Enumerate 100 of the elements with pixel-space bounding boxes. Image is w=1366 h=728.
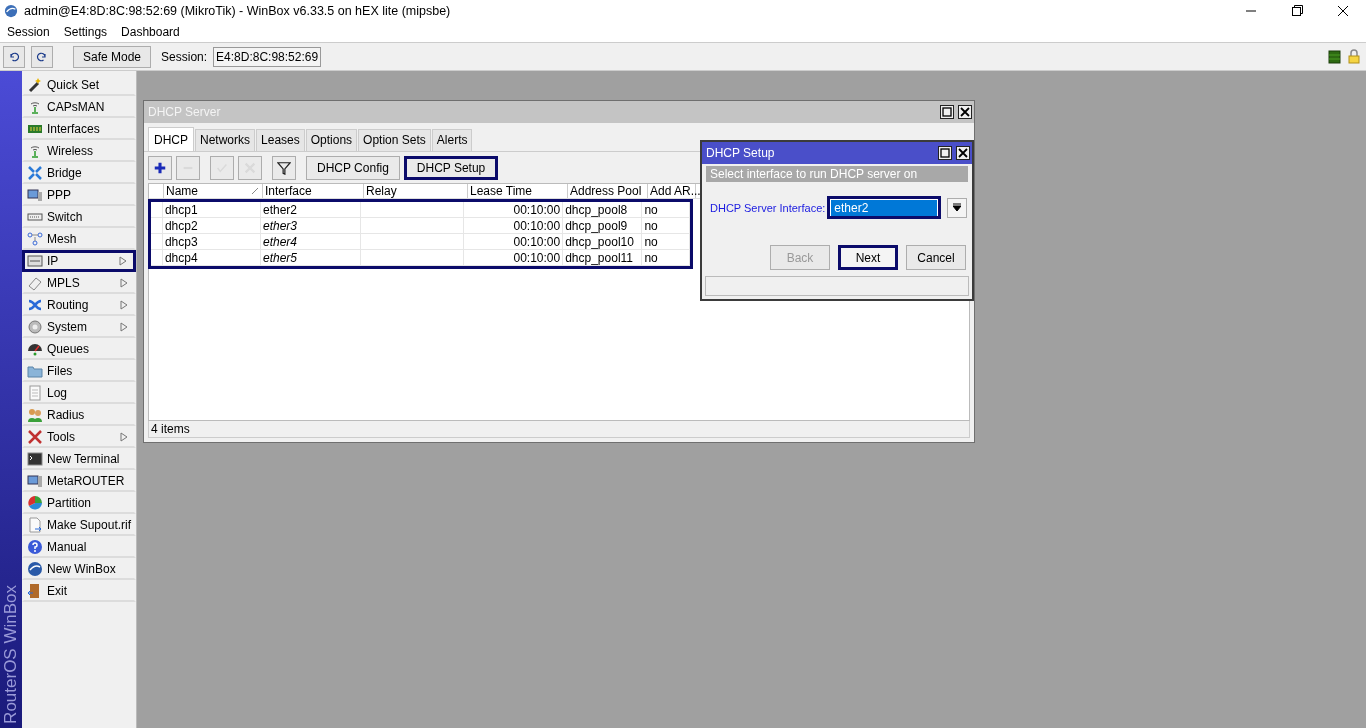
terminal-icon xyxy=(27,451,43,467)
filter-icon xyxy=(277,161,291,175)
down-arrow-icon xyxy=(953,203,962,212)
sidebar-item[interactable]: MPLS xyxy=(22,272,136,294)
sidebar-item[interactable]: IP xyxy=(22,250,136,272)
menu-item[interactable]: Dashboard xyxy=(121,25,180,39)
sidebar-item[interactable]: New WinBox xyxy=(22,558,136,580)
dialog-button[interactable]: Next xyxy=(838,245,898,270)
app-logo-icon xyxy=(4,4,18,18)
toolbar-button[interactable]: DHCP Setup xyxy=(403,156,499,180)
tab[interactable]: Networks xyxy=(195,129,256,151)
redo-button[interactable] xyxy=(31,45,53,68)
table-cell: dhcp_pool9 xyxy=(563,218,643,233)
menu-item[interactable]: Settings xyxy=(63,25,108,39)
window-title: admin@E4:8D:8C:98:52:69 (MikroTik) - WinBox v6.33.5 on hEX lite (mipsbe) xyxy=(24,4,452,18)
redo-icon xyxy=(36,50,48,63)
sidebar-item[interactable]: Routing xyxy=(22,294,136,316)
maximize-button[interactable] xyxy=(938,146,952,160)
sort-icon xyxy=(252,188,258,194)
menu-item[interactable]: Session xyxy=(7,25,50,39)
column-header[interactable]: Relay xyxy=(364,184,468,198)
table-cell: dhcp1 xyxy=(162,202,261,217)
sidebar-item[interactable]: Tools xyxy=(22,426,136,448)
sidebar-item[interactable]: Log xyxy=(22,382,136,404)
people-icon xyxy=(27,407,43,423)
filter-button[interactable] xyxy=(272,156,296,180)
add-button[interactable] xyxy=(148,156,172,180)
document-icon xyxy=(27,385,43,401)
table-cell: no xyxy=(642,250,690,265)
brand-label: RouterOS WinBox xyxy=(1,585,21,724)
pie-icon xyxy=(27,495,43,511)
table-cell: no xyxy=(642,202,690,217)
close-button[interactable] xyxy=(958,105,972,119)
sidebar-item[interactable]: CAPsMAN xyxy=(22,96,136,118)
table-cell: 00:10:00 xyxy=(464,250,564,265)
column-header[interactable]: Name xyxy=(164,184,263,198)
tab[interactable]: Option Sets xyxy=(358,129,431,151)
gear-icon xyxy=(27,319,43,335)
undo-icon xyxy=(8,50,20,63)
table-cell: dhcp_pool10 xyxy=(563,234,643,249)
gauge-icon xyxy=(27,341,43,357)
table-cell: ether4 xyxy=(261,234,362,249)
table-cell: dhcp2 xyxy=(162,218,261,233)
sidebar-item[interactable]: Switch xyxy=(22,206,136,228)
dialog-titlebar: DHCP Setup xyxy=(702,142,972,164)
table-cell: dhcp4 xyxy=(162,250,261,265)
tab[interactable]: DHCP xyxy=(148,127,194,151)
undo-button[interactable] xyxy=(3,45,25,68)
sidebar-item[interactable]: Bridge xyxy=(22,162,136,184)
dialog-button[interactable]: Cancel xyxy=(906,245,966,270)
status-indicator-icon xyxy=(1328,49,1341,64)
computer-icon xyxy=(27,473,43,489)
session-field: E4:8D:8C:98:52:69 xyxy=(213,46,322,67)
sidebar-item[interactable]: Manual xyxy=(22,536,136,558)
status-text: 4 items xyxy=(151,422,190,436)
toolbar-button[interactable]: DHCP Config xyxy=(306,156,400,180)
close-button[interactable] xyxy=(956,146,970,160)
tab[interactable]: Alerts xyxy=(431,129,473,151)
column-header[interactable]: Lease Time xyxy=(468,184,568,198)
lock-icon xyxy=(1347,49,1361,64)
sidebar-item[interactable]: Wireless xyxy=(22,140,136,162)
sidebar-item[interactable]: Mesh xyxy=(22,228,136,250)
safe-mode-button[interactable]: Safe Mode xyxy=(73,45,152,68)
document-arrow-icon xyxy=(27,517,43,533)
nodes-icon xyxy=(27,231,43,247)
sidebar-item[interactable]: Radius xyxy=(22,404,136,426)
tab[interactable]: Options xyxy=(305,129,358,151)
folder-icon xyxy=(27,363,43,379)
sidebar-item[interactable]: Quick Set xyxy=(22,74,136,96)
sidebar-item[interactable]: Make Supout.rif xyxy=(22,514,136,536)
sidebar-item[interactable]: Partition xyxy=(22,492,136,514)
sidebar-item[interactable]: Exit xyxy=(22,580,136,602)
tag-icon xyxy=(27,275,43,291)
table-cell: dhcp3 xyxy=(162,234,261,249)
interface-field[interactable]: ether2 xyxy=(827,196,942,219)
session-label: Session: xyxy=(161,49,208,64)
table-cell: ether2 xyxy=(261,202,362,217)
maximize-button[interactable] xyxy=(940,105,954,119)
globe-icon xyxy=(27,561,43,577)
column-header[interactable]: Interface xyxy=(263,184,364,198)
dropdown-button[interactable] xyxy=(947,197,968,218)
sidebar-item[interactable]: Files xyxy=(22,360,136,382)
wand-icon xyxy=(27,77,43,93)
column-header[interactable]: Address Pool xyxy=(568,184,648,198)
sidebar-item[interactable]: New Terminal xyxy=(22,448,136,470)
sidebar-item[interactable]: Interfaces xyxy=(22,118,136,140)
computer-icon xyxy=(27,187,43,203)
tab[interactable]: Leases xyxy=(256,129,305,151)
chip-icon xyxy=(27,253,43,269)
plus-icon xyxy=(153,161,167,175)
table-cell: 00:10:00 xyxy=(464,218,564,233)
field-label: DHCP Server Interface: xyxy=(710,201,826,214)
table-cell: dhcp_pool11 xyxy=(563,250,643,265)
sidebar-item[interactable]: System xyxy=(22,316,136,338)
sidebar-item[interactable]: MetaROUTER xyxy=(22,470,136,492)
sidebar-item[interactable]: Queues xyxy=(22,338,136,360)
help-icon xyxy=(27,539,43,555)
sidebar-item[interactable]: PPP xyxy=(22,184,136,206)
table-cell: no xyxy=(642,234,690,249)
dialog-subtitle: Select interface to run DHCP server on xyxy=(706,166,968,182)
